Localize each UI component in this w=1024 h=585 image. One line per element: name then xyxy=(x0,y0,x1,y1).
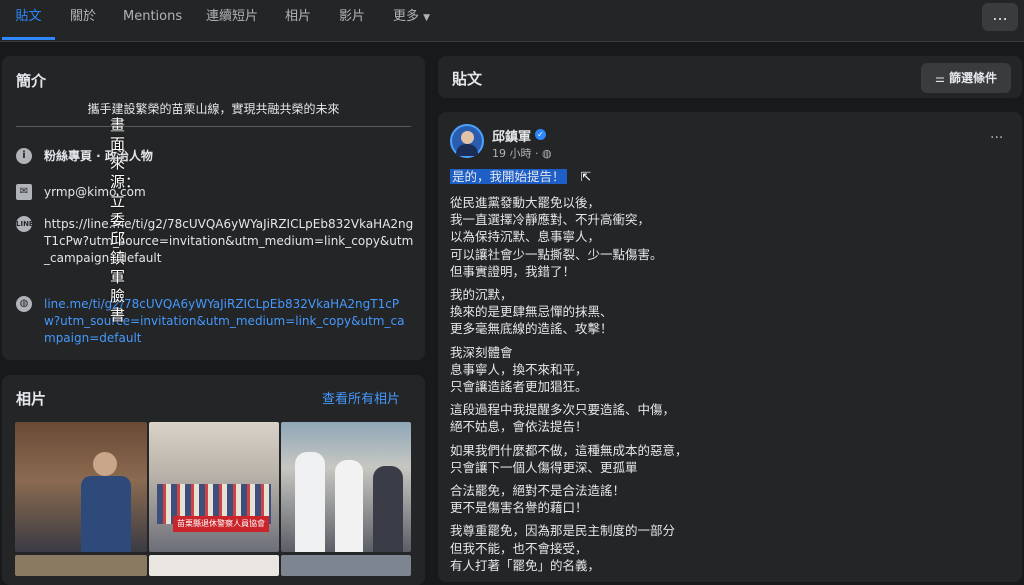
page-category: 粉絲專頁 · 政治人物 xyxy=(44,149,153,163)
website-link[interactable]: line.me/ti/g2/78cUVQA6yWYaJiRZICLpEb832V… xyxy=(44,296,414,347)
info-row-email: ✉ yrmp@kimo.com xyxy=(16,184,416,202)
intro-title: 簡介 xyxy=(16,72,47,90)
photo-thumbnail[interactable] xyxy=(149,555,279,576)
tab-about[interactable]: 關於 xyxy=(70,0,96,40)
photo-thumbnail[interactable] xyxy=(281,555,411,576)
photo-banner-text: 苗栗縣退休警察人員協會 xyxy=(173,516,269,532)
post-text-line: 只會讓下一個人傷得更深、更孤單 xyxy=(450,459,638,475)
tab-more-label: 更多 xyxy=(393,9,420,24)
post-text-line: 這段過程中我提醒多次只要造謠、中傷， xyxy=(450,402,676,418)
photo-thumbnail[interactable]: 苗栗縣退休警察人員協會 xyxy=(149,422,279,552)
post-text-line: 息事寧人，換不來和平， xyxy=(450,361,588,377)
filter-label: 篩選條件 xyxy=(949,71,998,85)
post-text-line: 從民進黨發動大罷免以後， xyxy=(450,195,601,210)
post-text-line: 我的沉默， xyxy=(450,287,513,302)
info-icon: i xyxy=(16,148,32,164)
intro-bio: 攜手建設繁榮的苗栗山線，實現共融共榮的未來 xyxy=(87,102,340,116)
post-text-line: 合法罷免，絕對不是合法造謠！ xyxy=(450,483,626,498)
email-text[interactable]: yrmp@kimo.com xyxy=(44,184,414,201)
info-row-website: ◍ line.me/ti/g2/78cUVQA6yWYaJiRZICLpEb83… xyxy=(16,296,416,350)
post-text-line: 有人打著「罷免」的名義， xyxy=(450,557,601,573)
photo-thumbnail[interactable] xyxy=(15,422,147,552)
more-options-button[interactable]: ... xyxy=(982,3,1018,31)
photo-person-head xyxy=(93,452,117,476)
intro-divider xyxy=(16,126,411,127)
photo-person xyxy=(373,466,403,552)
avatar-face xyxy=(461,131,474,144)
author-name[interactable]: 邱鎮軍 xyxy=(492,126,531,145)
globe-icon: ◍ xyxy=(16,296,32,312)
line-app-icon: LINE xyxy=(16,216,34,232)
photos-title: 相片 xyxy=(16,390,47,408)
avatar-suit xyxy=(456,144,478,156)
chevron-down-icon: ▼ xyxy=(423,13,431,23)
post-highlight-line: 是的，我開始提告！ ⇱ xyxy=(450,166,591,185)
globe-icon: ◍ xyxy=(542,147,552,160)
photo-person xyxy=(295,452,325,552)
tab-reels[interactable]: 連續短片 xyxy=(206,0,258,40)
post-text-line: 但我不能，也不會接受， xyxy=(450,540,588,556)
tab-photos[interactable]: 相片 xyxy=(285,0,311,40)
verified-badge-icon: ✓ xyxy=(535,129,546,140)
post-menu-button[interactable]: ··· xyxy=(990,130,1003,146)
filter-button[interactable]: ⚌ 篩選條件 xyxy=(921,63,1011,93)
line-id-text[interactable]: https://line.me/ti/g2/78cUVQA6yWYaJiRZIC… xyxy=(44,216,414,267)
photo-person-body xyxy=(81,476,131,552)
photo-person xyxy=(335,460,363,552)
post-text-line: 如果我們什麼都不做，這種無成本的惡意， xyxy=(450,442,688,458)
tab-mentions[interactable]: Mentions xyxy=(123,0,182,40)
filter-sliders-icon: ⚌ xyxy=(934,72,945,85)
post-text-line: 更多毫無底線的造謠、攻擊！ xyxy=(450,321,613,337)
post-text-line: 更不是傷害名譽的藉口！ xyxy=(450,500,588,516)
tab-posts[interactable]: 貼文 xyxy=(2,0,55,40)
cursor-icon: ⇱ xyxy=(580,169,591,184)
photo-thumbnail[interactable] xyxy=(15,555,147,576)
mail-icon: ✉ xyxy=(16,184,32,200)
highlighted-text: 是的，我開始提告！ xyxy=(450,169,567,184)
post-text-line: 可以讓社會少一點撕裂、少一點傷害。 xyxy=(450,246,663,262)
post-text-line: 我深刻體會 xyxy=(450,344,513,360)
source-watermark: 畫面來源：立委邱鎮軍臉書 xyxy=(110,116,141,324)
see-all-photos-link[interactable]: 查看所有相片 xyxy=(322,388,400,407)
posts-title: 貼文 xyxy=(452,70,483,88)
author-avatar[interactable] xyxy=(450,124,484,158)
post-text-line: 絕不姑息，會依法提告！ xyxy=(450,419,588,435)
post-text-line: 我尊重罷免，因為那是民主制度的一部分 xyxy=(450,523,676,539)
post-text-line: 我一直選擇冷靜應對、不升高衝突， xyxy=(450,212,651,228)
post-text-line: 但事實證明，我錯了！ xyxy=(450,263,576,279)
info-row-category: i 粉絲專頁 · 政治人物 xyxy=(16,148,416,166)
post-text-line: 以為保持沉默、息事寧人， xyxy=(450,229,601,245)
post-timestamp[interactable]: 19 小時 · ◍ xyxy=(492,145,552,161)
info-row-line: LINE https://line.me/ti/g2/78cUVQA6yWYaJ… xyxy=(16,216,416,286)
tab-more[interactable]: 更多 ▼ xyxy=(393,0,430,40)
photo-thumbnail[interactable] xyxy=(281,422,411,552)
post-text-line: 只會讓造謠者更加猖狂。 xyxy=(450,379,588,394)
timestamp-text: 19 小時 · xyxy=(492,147,539,160)
page-tab-bar: 貼文 關於 Mentions 連續短片 相片 影片 更多 ▼ ... xyxy=(0,0,1024,42)
post-text-line: 換來的是更肆無忌憚的抹黑、 xyxy=(450,304,613,320)
tab-videos[interactable]: 影片 xyxy=(339,0,365,40)
